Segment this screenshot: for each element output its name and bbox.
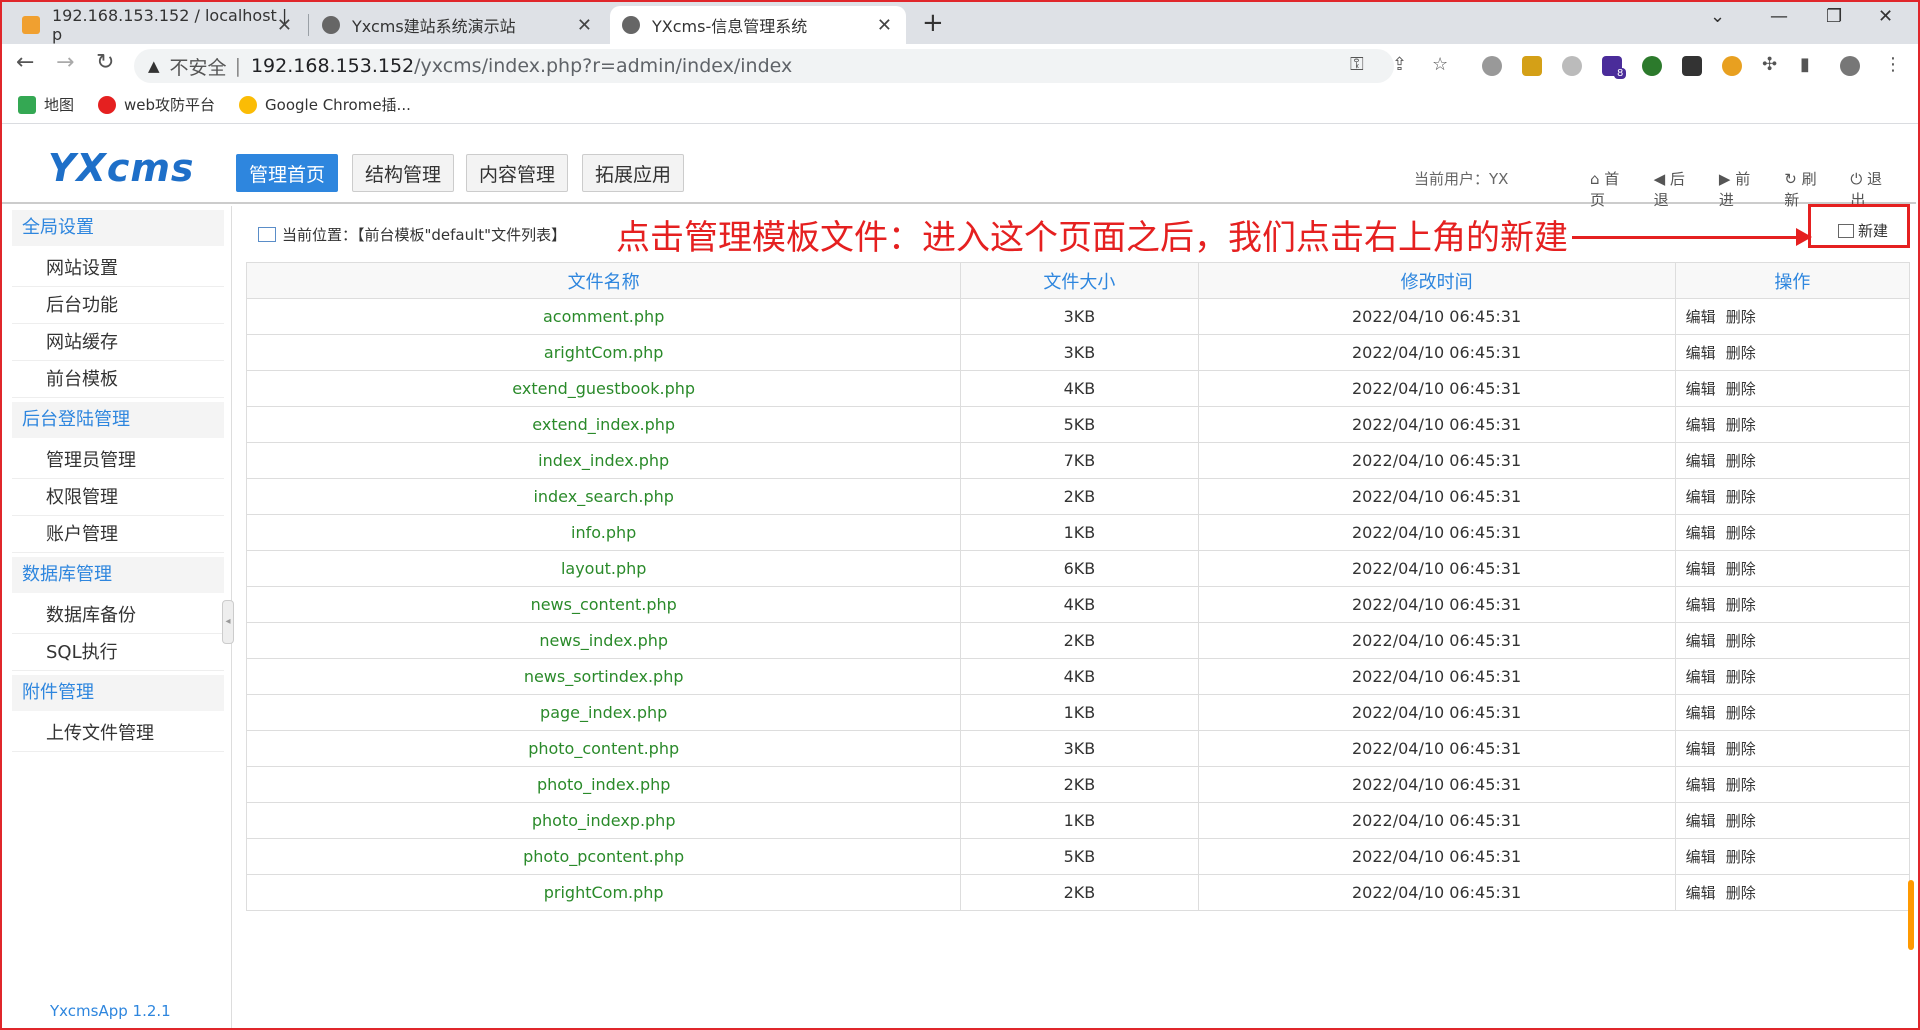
screenshot-frame [0, 0, 1920, 1030]
